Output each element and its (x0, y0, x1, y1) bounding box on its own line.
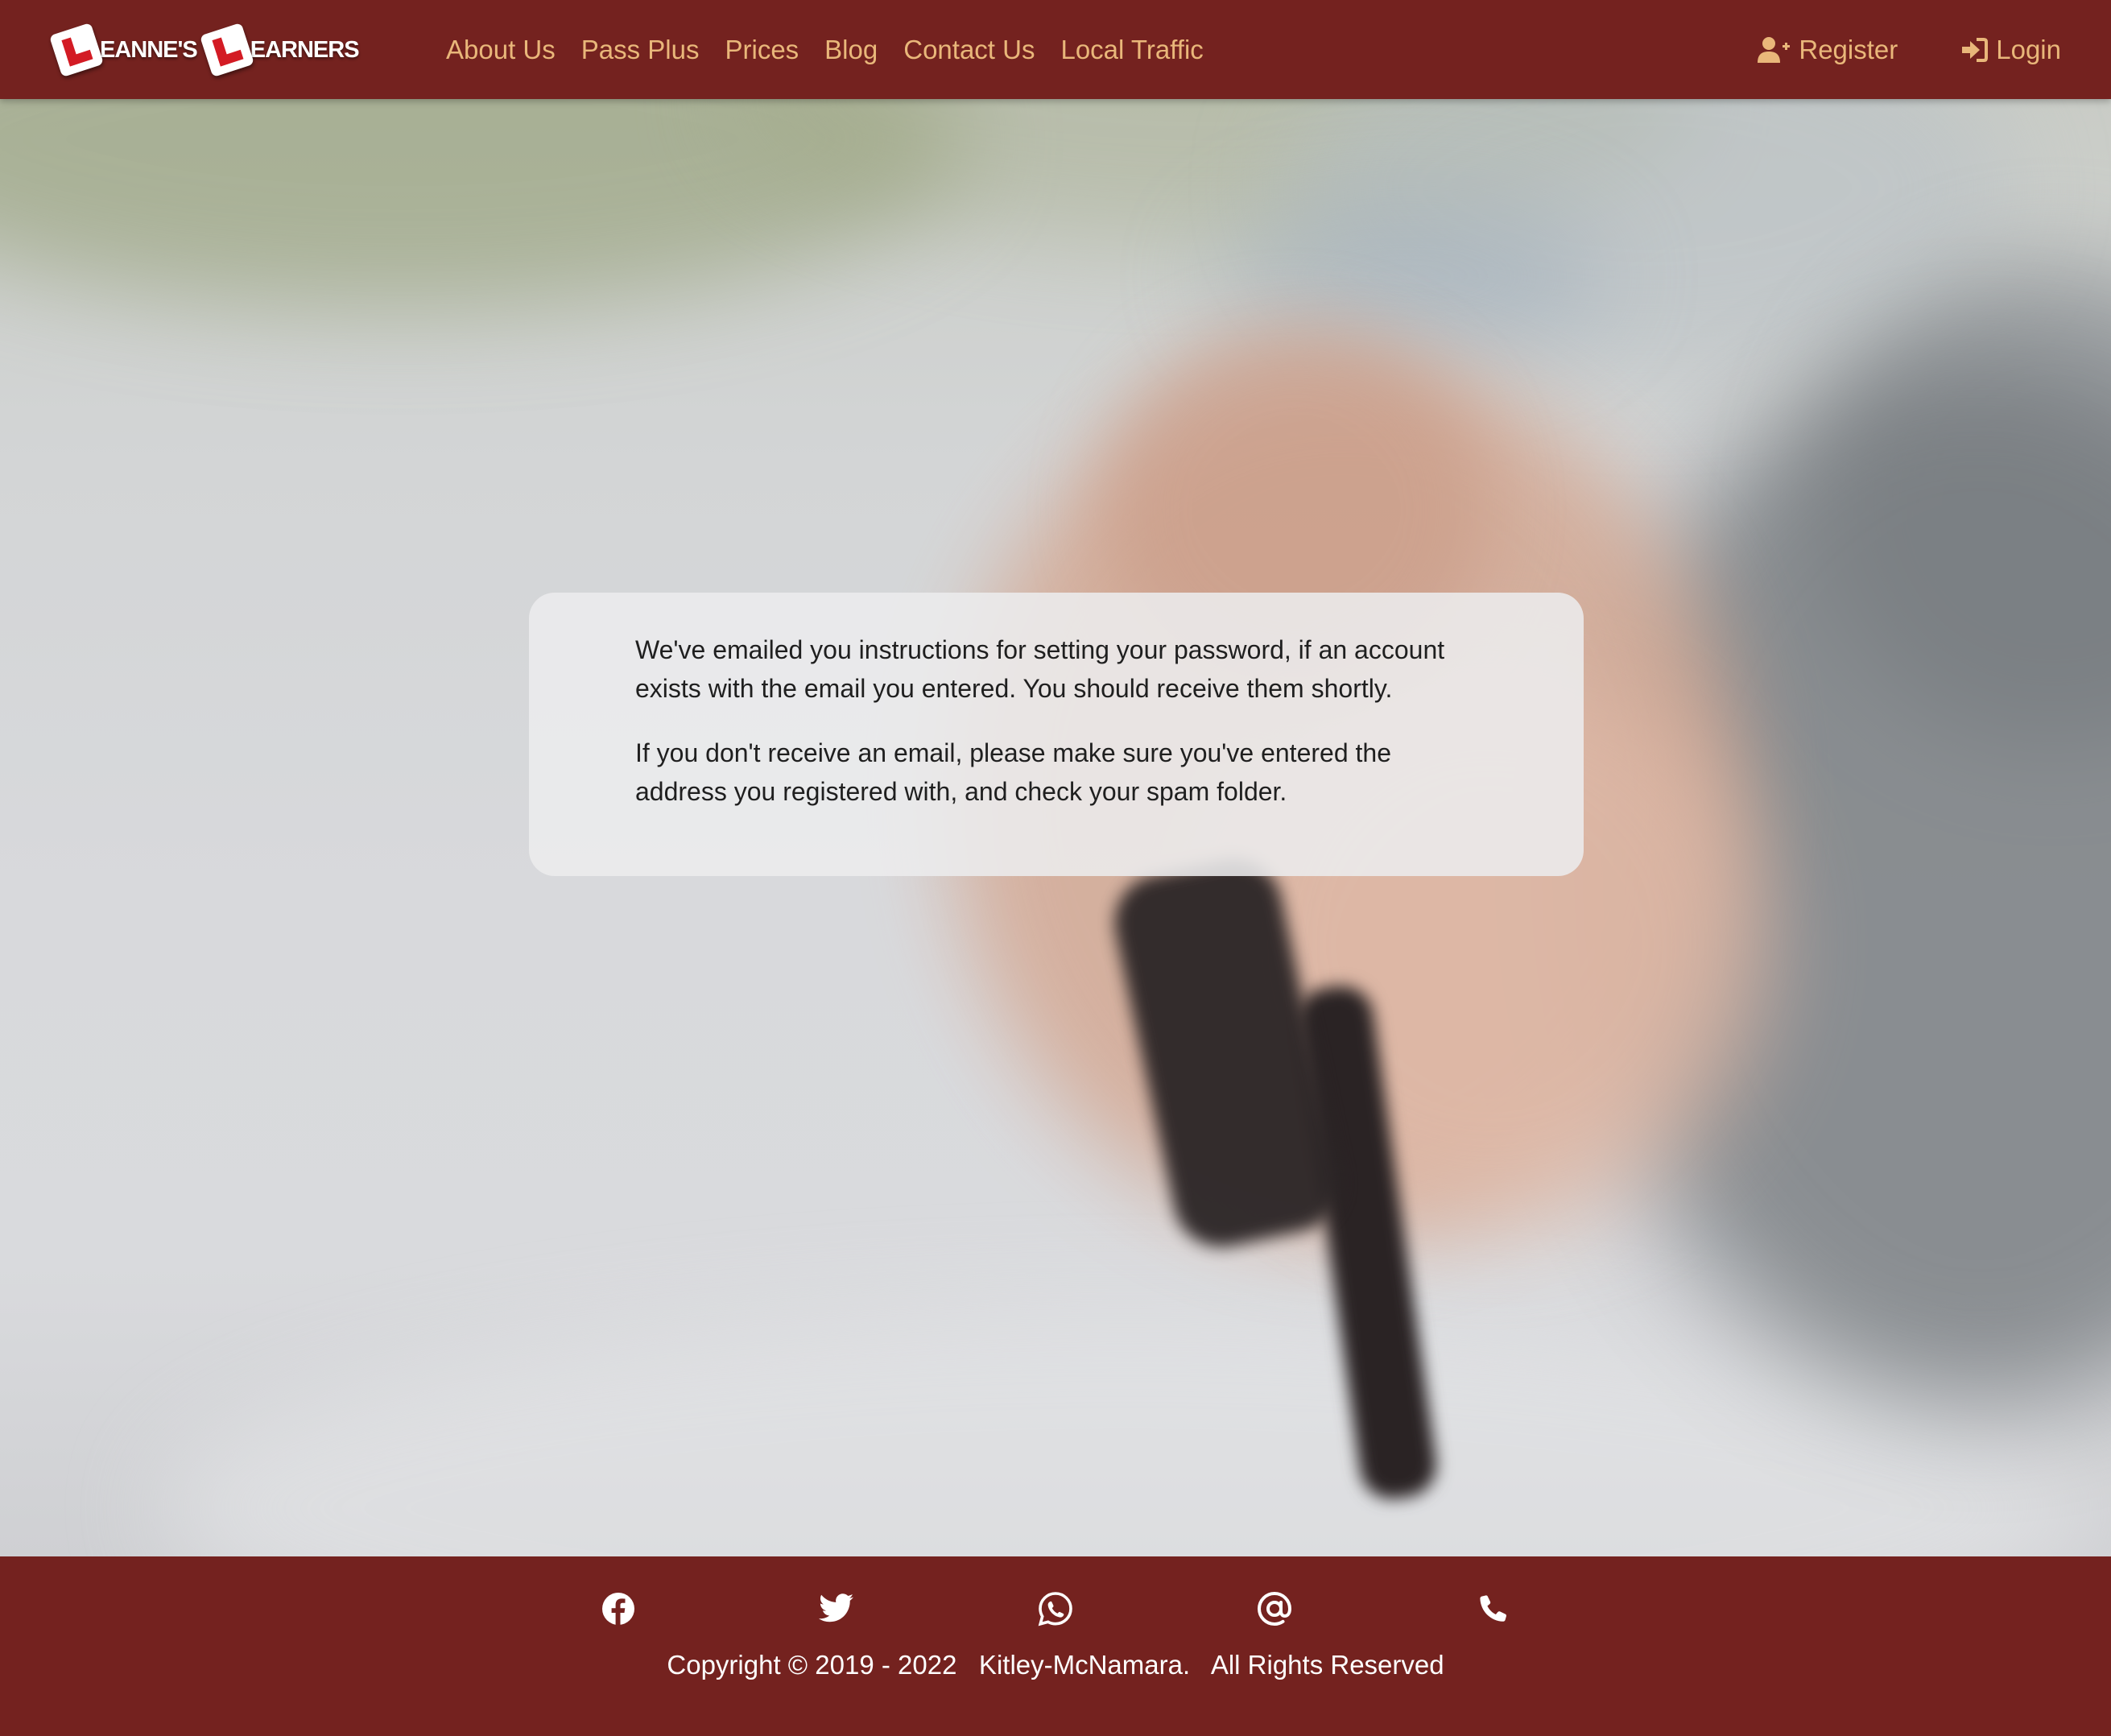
register-link[interactable]: Register (1757, 35, 1898, 65)
nav-link-local-traffic[interactable]: Local Traffic (1060, 35, 1203, 65)
password-reset-message-card: We've emailed you instructions for setti… (529, 593, 1584, 876)
brand-text-part1: EANNE'S (100, 36, 198, 63)
brand-text-part2: EARNERS (250, 36, 360, 63)
login-link[interactable]: Login (1960, 35, 2061, 65)
twitter-icon (819, 1593, 853, 1622)
nav-link-contact-us[interactable]: Contact Us (903, 35, 1035, 65)
main-nav: About Us Pass Plus Prices Blog Contact U… (446, 0, 1229, 99)
top-navbar: EANNE'S EARNERS About Us Pass Plus Price… (0, 0, 2111, 99)
sign-in-icon (1962, 37, 1989, 62)
whatsapp-link[interactable] (1027, 1581, 1084, 1637)
phone-link[interactable] (1465, 1581, 1522, 1637)
account-nav: Register Login (1757, 0, 2061, 99)
nav-link-blog[interactable]: Blog (824, 35, 878, 65)
login-label: Login (1996, 34, 2061, 64)
nav-link-about-us[interactable]: About Us (446, 35, 556, 65)
copyright-text: Copyright © 2019 - 2022 Kitley-McNamara.… (667, 1650, 1444, 1680)
message-paragraph-help: If you don't receive an email, please ma… (635, 738, 1391, 806)
social-links (0, 1581, 2111, 1637)
phone-icon (1480, 1595, 1506, 1622)
email-link[interactable] (1246, 1581, 1303, 1637)
facebook-icon (602, 1593, 634, 1625)
at-sign-icon (1257, 1591, 1292, 1626)
learner-plate-icon (199, 22, 254, 78)
whatsapp-icon (1038, 1592, 1072, 1626)
learner-plate-icon (48, 22, 105, 78)
facebook-link[interactable] (590, 1581, 647, 1637)
twitter-link[interactable] (808, 1581, 865, 1637)
site-footer: Copyright © 2019 - 2022 Kitley-McNamara.… (0, 1556, 2111, 1736)
user-plus-icon (1758, 36, 1791, 63)
brand-logo[interactable]: EANNE'S EARNERS (48, 19, 370, 81)
nav-link-prices[interactable]: Prices (725, 35, 799, 65)
register-label: Register (1799, 34, 1898, 64)
message-paragraph-sent: We've emailed you instructions for setti… (635, 635, 1445, 703)
nav-link-pass-plus[interactable]: Pass Plus (581, 35, 700, 65)
